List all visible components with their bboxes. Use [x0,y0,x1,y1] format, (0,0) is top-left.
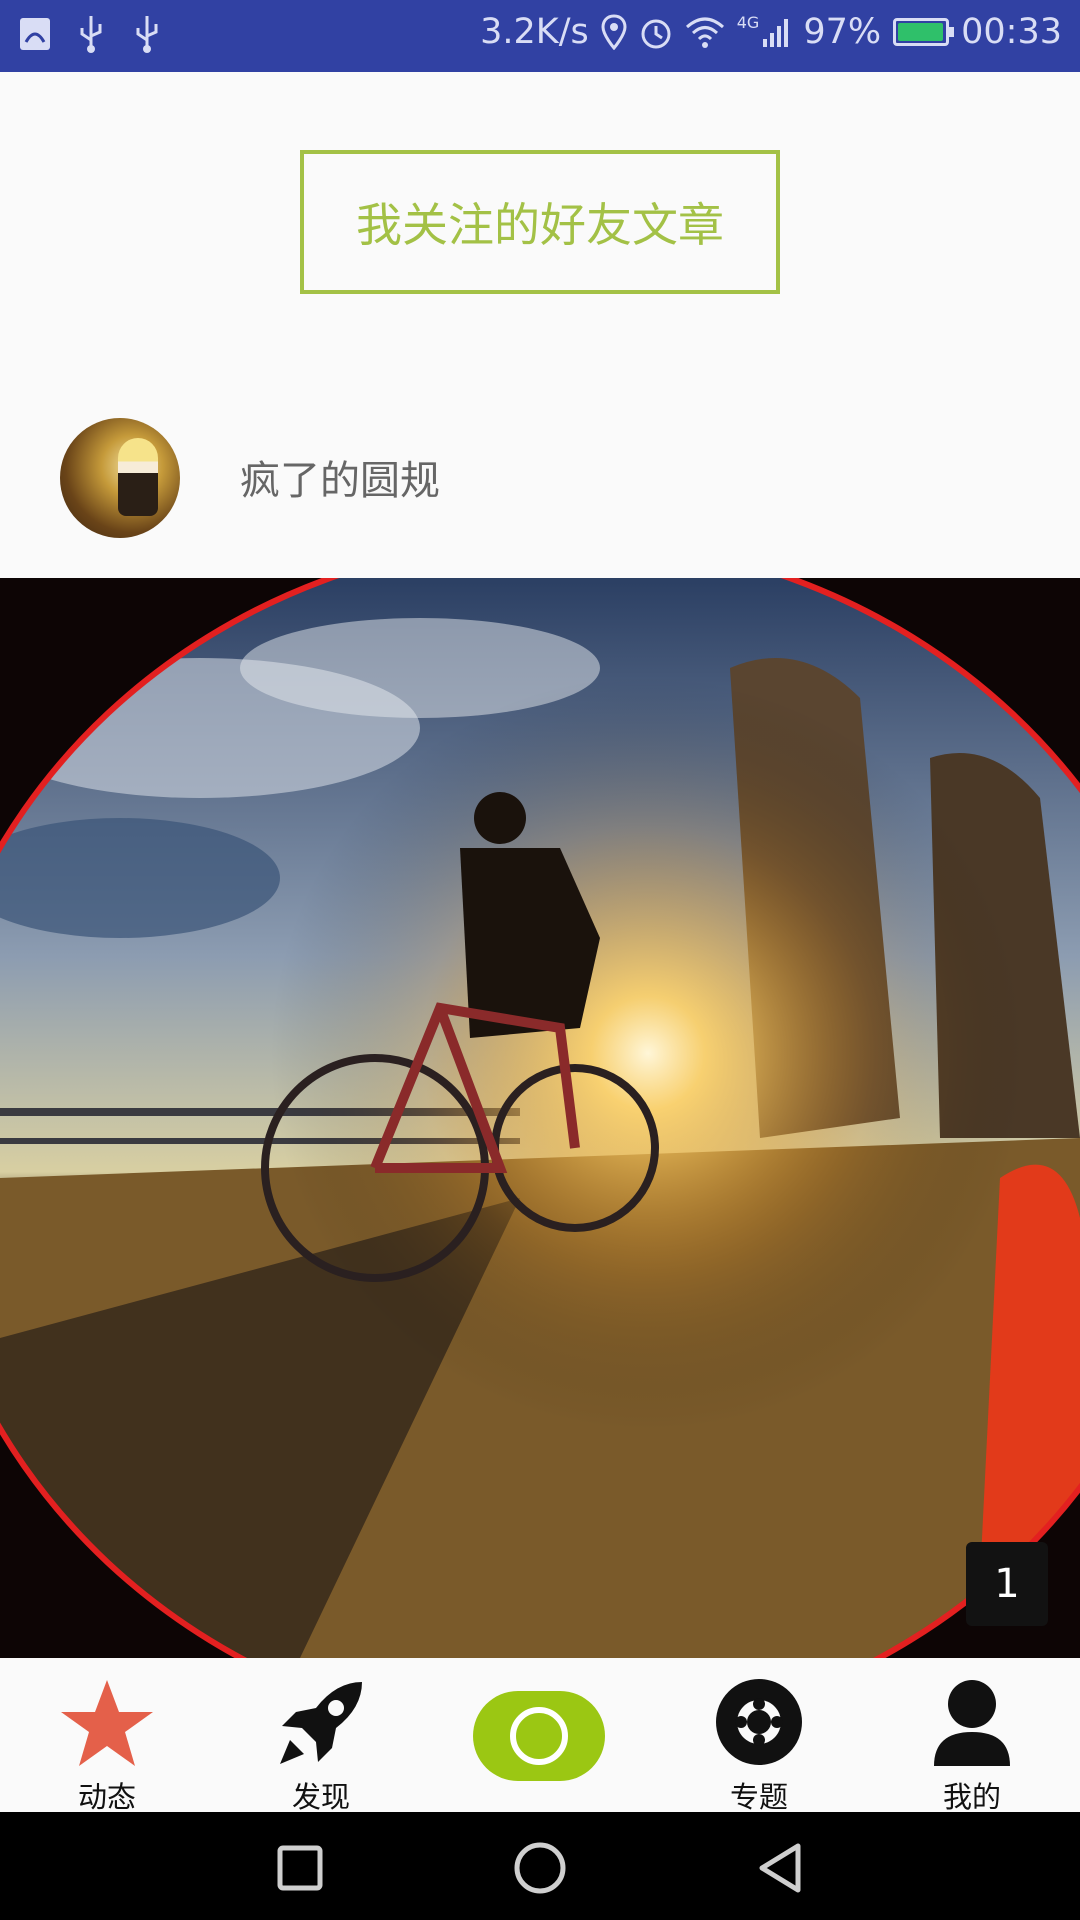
clock: 00:33 [961,12,1062,52]
fisheye-photo [0,578,1080,1658]
location-icon [601,14,627,50]
wifi-icon [685,17,724,48]
signal-icon [763,19,789,47]
tab-dynamic[interactable]: 动态 [27,1658,187,1814]
tab-label: 动态 [77,1780,136,1814]
network-type: 4G [736,12,760,32]
net-speed: 3.2K/s [480,12,589,52]
page-title: 我关注的好友文章 [300,150,780,294]
author-name[interactable]: 疯了的圆规 [240,448,440,506]
tab-label: 发现 [291,1780,350,1814]
usb-icon [136,16,158,53]
recent-apps-icon[interactable] [270,1838,330,1898]
status-right: 3.2K/s 4G 97% 00:33 [480,12,1062,52]
avatar[interactable] [60,418,180,538]
usb-icon [80,16,102,53]
star-icon [61,1680,153,1766]
system-nav-bar [0,1812,1080,1920]
image-page-indicator: 1 [966,1542,1048,1626]
back-icon[interactable] [750,1838,810,1898]
status-bar: 3.2K/s 4G 97% 00:33 [0,0,1080,72]
status-left-icons [18,14,164,54]
tab-mine[interactable]: 我的 [892,1658,1052,1814]
tab-label: 我的 [942,1780,1001,1814]
tab-label: 专题 [729,1780,788,1814]
post-image[interactable] [0,578,1080,1658]
camera-button[interactable] [473,1691,605,1781]
battery-level [898,23,943,41]
avatar-figure [118,438,158,516]
home-icon[interactable] [510,1838,570,1898]
alarm-icon [641,19,671,49]
rocket-icon [280,1682,362,1764]
tab-discover[interactable]: 发现 [241,1658,401,1814]
film-reel-icon [716,1679,802,1765]
camera-icon [510,1707,568,1765]
battery-percent: 97% [803,12,882,52]
tab-topics[interactable]: 专题 [679,1658,839,1814]
battery-icon [893,18,955,46]
person-icon [934,1680,1010,1766]
app-notification-icon [20,18,50,50]
